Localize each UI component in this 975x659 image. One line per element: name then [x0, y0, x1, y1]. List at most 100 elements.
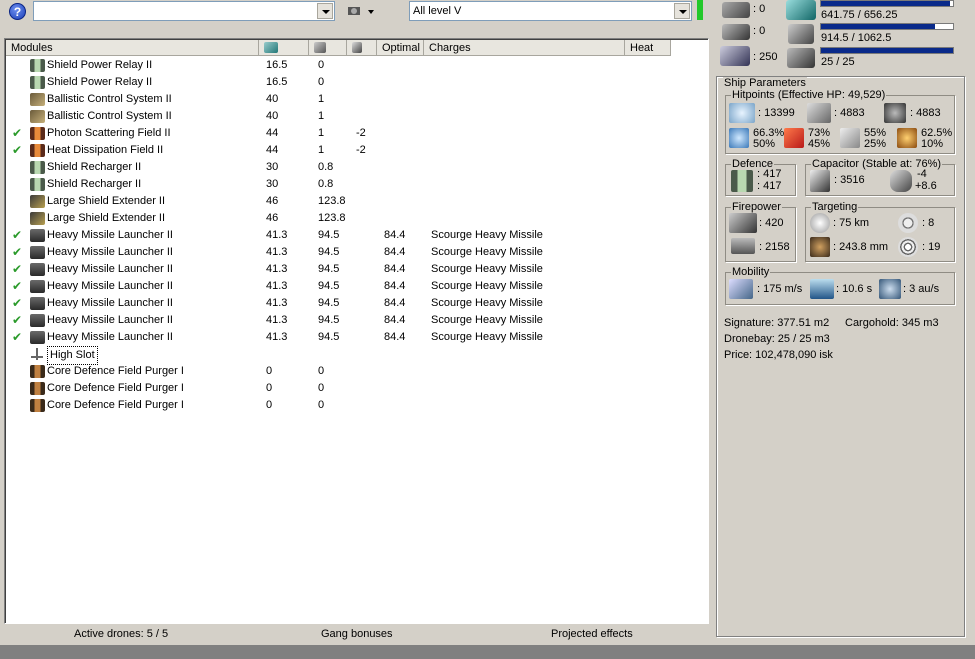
active-check-icon[interactable]: ✔ — [12, 244, 22, 261]
module-cpu: 41.3 — [266, 263, 288, 275]
module-name: Heavy Missile Launcher II — [47, 331, 173, 343]
search-combobox[interactable] — [33, 1, 335, 21]
warp-speed-value: : 3 au/s — [903, 283, 940, 295]
module-row[interactable]: Shield Power Relay II 16.5 0 — [6, 57, 708, 74]
character-menu-button[interactable] — [346, 4, 374, 18]
active-check-icon[interactable]: ✔ — [12, 261, 22, 278]
active-check-icon[interactable]: ✔ — [12, 142, 22, 159]
module-name: Heavy Missile Launcher II — [47, 314, 173, 326]
dps-icon — [731, 238, 755, 254]
module-row[interactable]: ✔ Heat Dissipation Field II 44 1 -2 — [6, 142, 708, 159]
missile-launcher-icon — [30, 331, 45, 344]
module-optimal: 84.4 — [384, 280, 406, 292]
column-header-optimal[interactable]: Optimal — [377, 40, 424, 56]
active-check-icon[interactable]: ✔ — [12, 125, 22, 142]
drone-bandwidth-bar-fill — [821, 48, 953, 53]
modules-list[interactable]: Modules Optimal Charges Heat Shield Powe… — [4, 38, 709, 624]
high-slot-icon — [30, 348, 45, 361]
module-cpu: 30 — [266, 178, 279, 190]
module-cpu: 46 — [266, 212, 279, 224]
module-row[interactable]: ✔ Heavy Missile Launcher II 41.3 94.5 84.4 Sc… — [6, 312, 708, 329]
module-optimal: 84.4 — [384, 314, 406, 326]
em-resist-bottom: 50% — [753, 138, 776, 150]
column-header-modules[interactable]: Modules — [6, 40, 259, 56]
structure-icon — [884, 103, 906, 123]
powergrid-bar-fill — [821, 24, 935, 29]
module-row[interactable]: ✔ Heavy Missile Launcher II 41.3 94.5 84.4 Sc… — [6, 329, 708, 346]
gang-bonuses-button[interactable]: Gang bonuses — [321, 625, 393, 643]
module-cpu: 40 — [266, 93, 279, 105]
module-name: Ballistic Control System II — [47, 93, 172, 105]
module-powergrid: 94.5 — [318, 331, 340, 343]
column-header-heat[interactable]: Heat — [625, 40, 671, 56]
module-row[interactable]: Shield Recharger II 30 0.8 — [6, 176, 708, 193]
active-check-icon[interactable]: ✔ — [12, 295, 22, 312]
module-row[interactable]: Ballistic Control System II 40 1 — [6, 108, 708, 125]
firepower-label: Firepower — [731, 201, 782, 213]
module-row[interactable]: Core Defence Field Purger I 0 0 — [6, 380, 708, 397]
module-name: Heavy Missile Launcher II — [47, 297, 173, 309]
module-cpu: 0 — [266, 382, 273, 394]
module-row[interactable]: Large Shield Extender II 46 123.8 — [6, 210, 708, 227]
active-check-icon[interactable]: ✔ — [12, 278, 22, 295]
capacitor-delta-bottom: +8.6 — [915, 180, 937, 192]
hardener-icon — [30, 127, 45, 140]
module-row[interactable]: High Slot — [6, 346, 708, 365]
module-row[interactable]: ✔ Photon Scattering Field II 44 1 -2 — [6, 125, 708, 142]
drone-bandwidth-bar — [820, 47, 954, 54]
shield-power-relay-icon — [30, 59, 45, 72]
module-cpu: 41.3 — [266, 297, 288, 309]
module-row[interactable]: Core Defence Field Purger I 0 0 — [6, 363, 708, 380]
explosive-resist-bottom: 10% — [921, 138, 944, 150]
module-row[interactable]: Large Shield Extender II 46 123.8 — [6, 193, 708, 210]
active-drones-button[interactable]: Active drones: 5 / 5 — [74, 625, 168, 643]
active-check-icon[interactable]: ✔ — [12, 227, 22, 244]
shield-extender-icon — [30, 195, 45, 208]
module-row[interactable]: ✔ Heavy Missile Launcher II 41.3 94.5 84.4 Sc… — [6, 227, 708, 244]
module-row[interactable]: Shield Power Relay II 16.5 0 — [6, 74, 708, 91]
module-powergrid: 0.8 — [318, 178, 334, 190]
help-icon[interactable]: ? — [9, 3, 26, 20]
module-cpu: 44 — [266, 127, 279, 139]
sensor-strength-icon — [898, 237, 918, 257]
missile-launcher-icon — [30, 297, 45, 310]
column-header-charges[interactable]: Charges — [424, 40, 625, 56]
active-check-icon[interactable]: ✔ — [12, 312, 22, 329]
missile-launcher-icon — [30, 229, 45, 242]
module-powergrid: 0 — [318, 76, 325, 88]
module-powergrid: 1 — [318, 93, 325, 105]
armor-icon — [807, 103, 831, 123]
module-row[interactable]: Core Defence Field Purger I 0 0 — [6, 397, 708, 414]
cpu-value: 641.75 / 656.25 — [821, 9, 898, 21]
velocity-value: : 175 m/s — [757, 283, 803, 295]
column-header-cpu[interactable] — [259, 40, 309, 56]
module-charges: Scourge Heavy Missile — [431, 229, 543, 241]
chevron-down-icon[interactable] — [317, 3, 333, 19]
projected-effects-button[interactable]: Projected effects — [551, 625, 633, 643]
cargohold-value: Cargohold: 345 m3 — [845, 317, 939, 329]
thermal-resist-icon — [784, 128, 804, 148]
module-row[interactable]: ✔ Heavy Missile Launcher II 41.3 94.5 84.4 Sc… — [6, 244, 708, 261]
module-powergrid: 94.5 — [318, 229, 340, 241]
max-targets-value: : 8 — [922, 217, 935, 229]
module-row[interactable]: Shield Recharger II 30 0.8 — [6, 159, 708, 176]
module-row[interactable]: ✔ Heavy Missile Launcher II 41.3 94.5 84.4 Sc… — [6, 295, 708, 312]
sensor-strength-value: : 19 — [922, 241, 941, 253]
module-row[interactable]: ✔ Heavy Missile Launcher II 41.3 94.5 84.4 Sc… — [6, 278, 708, 295]
volley-value: : 420 — [759, 217, 784, 229]
module-row[interactable]: Ballistic Control System II 40 1 — [6, 91, 708, 108]
chevron-down-icon[interactable] — [674, 3, 690, 19]
module-name: Large Shield Extender II — [47, 212, 166, 224]
column-header-capacitor[interactable] — [347, 40, 377, 56]
module-capacitor: -2 — [356, 144, 366, 156]
cpu-bar — [820, 0, 954, 7]
bottom-strip — [0, 645, 975, 659]
module-powergrid: 94.5 — [318, 314, 340, 326]
module-cpu: 44 — [266, 144, 279, 156]
module-row[interactable]: ✔ Heavy Missile Launcher II 41.3 94.5 84.4 Sc… — [6, 261, 708, 278]
active-check-icon[interactable]: ✔ — [12, 329, 22, 346]
column-header-powergrid[interactable] — [309, 40, 347, 56]
skills-select[interactable]: All level V — [409, 1, 692, 21]
armor-hp-value: : 4883 — [834, 107, 865, 119]
module-optimal: 84.4 — [384, 229, 406, 241]
